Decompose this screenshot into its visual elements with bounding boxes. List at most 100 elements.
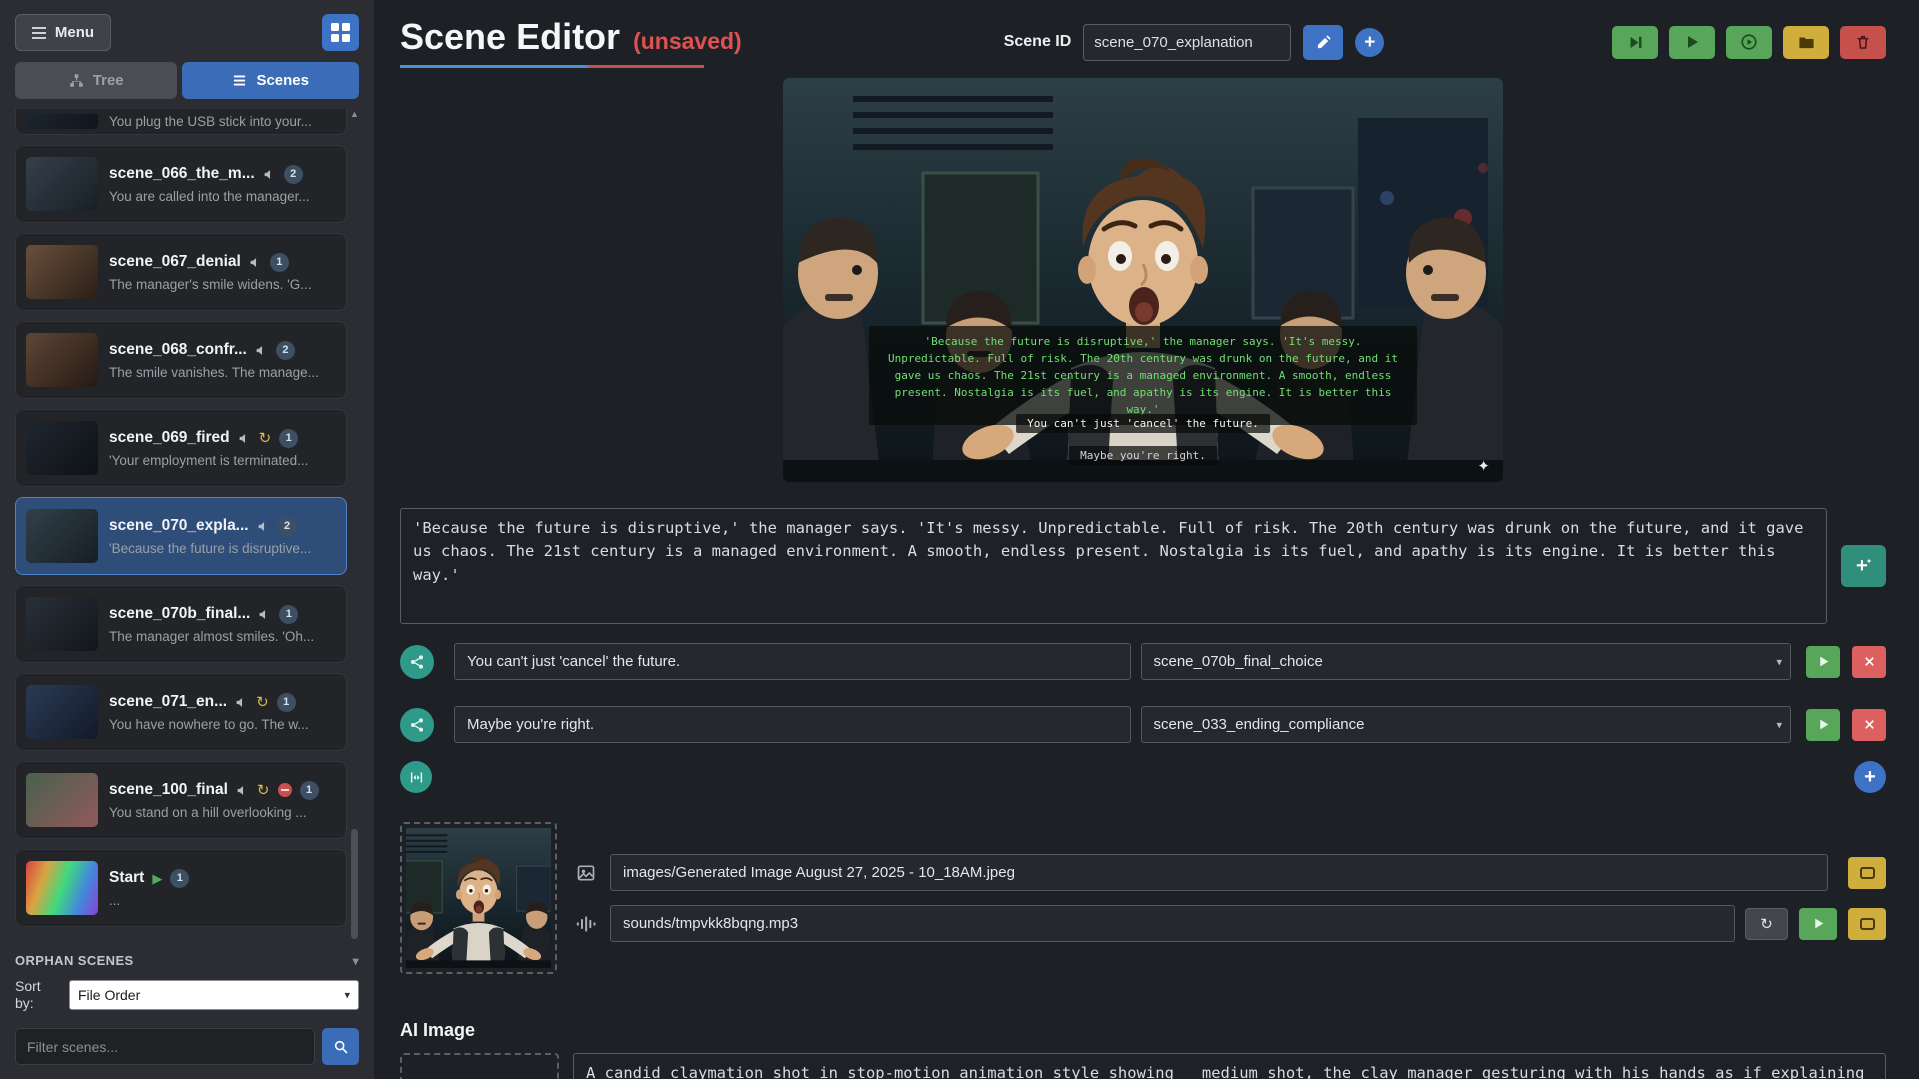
audio-path-input[interactable] — [610, 905, 1735, 942]
export-button[interactable] — [1783, 25, 1829, 59]
list-item[interactable]: scene_100_final ↻ 1 You stand on a hill … — [15, 761, 347, 839]
menu-button[interactable]: Menu — [15, 14, 111, 51]
play-icon — [1688, 36, 1698, 48]
list-item-selected[interactable]: scene_070_expla... 2 'Because the future… — [15, 497, 347, 575]
play-icon — [1819, 656, 1828, 667]
choice-target-select[interactable]: scene_033_ending_compliance — [1140, 706, 1791, 743]
list-item[interactable]: scene_068_confr... 2 The smile vanishes.… — [15, 321, 347, 399]
unsaved-badge: (unsaved) — [633, 28, 742, 54]
choice-target-select[interactable]: scene_070b_final_choice — [1140, 643, 1791, 680]
trash-icon — [1857, 35, 1869, 49]
list-item[interactable]: scene_070b_final... 1 The manager almost… — [15, 585, 347, 663]
scene-desc: You stand on a hill overlooking ... — [109, 804, 307, 820]
start-play-icon: ▶ — [152, 870, 163, 886]
choice-row: scene_070b_final_choice ▾ — [400, 643, 1886, 680]
tab-scenes[interactable]: Scenes — [182, 62, 359, 99]
choice-text-input[interactable] — [454, 643, 1131, 680]
choice-text-input[interactable] — [454, 706, 1131, 743]
scene-desc: The manager almost smiles. 'Oh... — [109, 628, 315, 644]
ai-image-dropzone[interactable] — [400, 1053, 559, 1079]
orphan-scenes-header: ORPHAN SCENES ▾ — [15, 953, 359, 968]
scroll-up-arrow[interactable]: ▲ — [350, 109, 359, 119]
branch-collapse-button[interactable] — [400, 761, 432, 793]
choice-count-badge: 2 — [277, 516, 297, 536]
list-item-start[interactable]: Start ▶ 1 ... — [15, 849, 347, 927]
scene-text-input[interactable]: 'Because the future is disruptive,' the … — [400, 508, 1827, 624]
sparkle-icon: ✦ — [1477, 458, 1490, 475]
list-item[interactable]: scene_066_the_m... 2 You are called into… — [15, 145, 347, 223]
list-item[interactable]: scene_069_fired ↻ 1 'Your employment is … — [15, 409, 347, 487]
scene-list: You plug the USB stick into your... scen… — [15, 109, 359, 941]
browse-image-button[interactable] — [1848, 856, 1886, 889]
scene-text-row: 'Because the future is disruptive,' the … — [400, 508, 1886, 624]
list-item[interactable]: scene_067_denial 1 The manager's smile w… — [15, 233, 347, 311]
page-title: Scene Editor — [400, 16, 621, 57]
delete-choice-button[interactable] — [1852, 708, 1886, 741]
ai-generate-text-button[interactable] — [1841, 545, 1886, 587]
sidebar-top-bar: Menu — [15, 14, 359, 51]
chevron-down-icon[interactable]: ▾ — [353, 954, 359, 968]
filter-scenes-input[interactable] — [15, 1028, 315, 1065]
image-path-row — [573, 854, 1886, 891]
skip-button[interactable] — [1612, 25, 1658, 59]
play-audio-button[interactable] — [1799, 907, 1837, 940]
ai-prompt-input[interactable]: A candid claymation shot in stop-motion … — [573, 1053, 1886, 1079]
scene-id-input[interactable] — [1083, 23, 1292, 61]
plus-icon: + — [1864, 766, 1876, 788]
play-button[interactable] — [1669, 25, 1715, 59]
scene-title: scene_100_final — [109, 781, 228, 798]
delete-scene-button[interactable] — [1840, 25, 1886, 59]
rename-scene-button[interactable] — [1303, 24, 1344, 60]
plus-icon: + — [1364, 31, 1376, 53]
test-choice-button[interactable] — [1806, 708, 1840, 741]
audio-path-row: ↻ — [573, 905, 1886, 942]
preview-choice-2: Maybe you're right. — [1069, 446, 1217, 465]
image-path-input[interactable] — [610, 854, 1828, 891]
tree-icon — [70, 74, 83, 87]
tab-tree[interactable]: Tree — [15, 62, 178, 99]
choice-count-badge: 2 — [283, 164, 303, 184]
play-icon — [1814, 918, 1823, 929]
add-scene-button[interactable]: + — [1355, 27, 1385, 57]
scene-title: scene_069_fired — [109, 429, 230, 446]
regenerate-audio-button[interactable]: ↻ — [1745, 907, 1788, 940]
browse-audio-button[interactable] — [1848, 907, 1886, 940]
scene-image-dropzone[interactable] — [400, 822, 557, 974]
ending-icon — [277, 783, 292, 797]
plus-sparkle-icon — [1856, 558, 1872, 570]
sidebar-scrollbar[interactable]: ▲ — [350, 109, 359, 941]
test-choice-button[interactable] — [1806, 645, 1840, 678]
main-header: Scene Editor (unsaved) Scene ID + — [400, 16, 1886, 68]
run-from-here-button[interactable] — [1726, 25, 1772, 59]
delete-choice-button[interactable] — [1852, 645, 1886, 678]
choice-branch-button[interactable] — [400, 707, 434, 742]
media-section: ↻ — [400, 822, 1886, 974]
scene-thumbnail — [26, 597, 98, 651]
grid-view-button[interactable] — [322, 14, 359, 51]
box-icon — [1859, 866, 1875, 879]
scene-thumbnail — [26, 114, 98, 129]
choice-count-badge: 1 — [279, 428, 299, 448]
scene-title: scene_070_expla... — [109, 517, 249, 534]
scrollbar-thumb[interactable] — [351, 829, 358, 940]
search-button[interactable] — [322, 1028, 359, 1065]
list-item[interactable]: scene_071_en... ↻ 1 You have nowhere to … — [15, 673, 347, 751]
sort-by-label: Sort by: — [15, 978, 41, 1012]
speaker-icon — [255, 344, 268, 357]
toolbar — [1612, 25, 1886, 59]
speaker-icon — [257, 520, 270, 533]
scene-title: scene_068_confr... — [109, 341, 247, 358]
scene-desc: 'Your employment is terminated... — [109, 452, 309, 468]
scene-thumbnail — [26, 421, 98, 475]
scene-thumbnail — [26, 509, 98, 563]
add-choice-button[interactable]: + — [1854, 761, 1886, 793]
collapse-horizontal-icon — [410, 772, 422, 782]
scene-thumbnail — [26, 861, 98, 915]
choice-count-badge: 1 — [279, 604, 299, 624]
title-block: Scene Editor (unsaved) — [400, 16, 742, 68]
choice-branch-button[interactable] — [400, 644, 434, 679]
scene-desc: 'Because the future is disruptive... — [109, 540, 312, 556]
ai-image-heading: AI Image — [400, 1020, 476, 1040]
list-item[interactable]: You plug the USB stick into your... — [15, 109, 347, 135]
sort-select[interactable]: File Order — [69, 980, 359, 1011]
